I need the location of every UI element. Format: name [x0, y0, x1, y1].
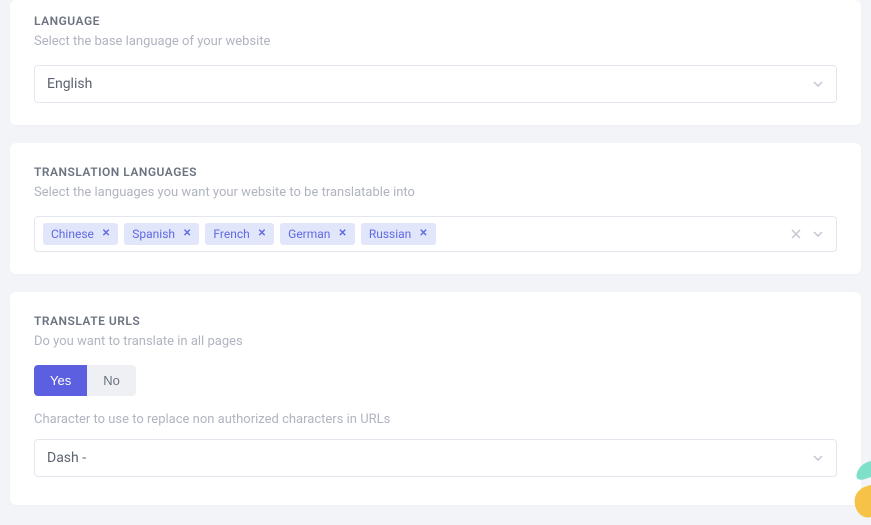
translation-title: TRANSLATION LANGUAGES — [34, 165, 837, 179]
language-subtitle: Select the base language of your website — [34, 34, 837, 49]
translation-subtitle: Select the languages you want your websi… — [34, 185, 837, 200]
language-title: LANGUAGE — [34, 14, 837, 28]
urls-card: TRANSLATE URLS Do you want to translate … — [10, 292, 861, 505]
clear-all-icon[interactable] — [790, 228, 802, 240]
translation-tag: Russian ✕ — [361, 223, 436, 245]
translation-tags: Chinese ✕ Spanish ✕ French ✕ German ✕ Russian ✕ — [43, 223, 784, 245]
urls-subtitle: Do you want to translate in all pages — [34, 334, 837, 349]
tag-label: Chinese — [51, 227, 94, 241]
language-select[interactable]: English — [34, 65, 837, 103]
urls-char-select-value: Dash - — [47, 450, 86, 466]
translation-tag: German ✕ — [280, 223, 355, 245]
chevron-down-icon[interactable] — [812, 228, 824, 240]
tag-remove-icon[interactable]: ✕ — [419, 229, 427, 239]
chevron-down-icon — [812, 78, 824, 90]
multiselect-actions — [790, 228, 828, 240]
toggle-yes-button[interactable]: Yes — [34, 365, 87, 396]
translation-tag: Chinese ✕ — [43, 223, 118, 245]
translation-multiselect[interactable]: Chinese ✕ Spanish ✕ French ✕ German ✕ Russian ✕ — [34, 216, 837, 252]
tag-label: Spanish — [132, 227, 175, 241]
translation-card: TRANSLATION LANGUAGES Select the languag… — [10, 143, 861, 274]
urls-char-hint: Character to use to replace non authoriz… — [34, 412, 837, 427]
translation-tag: French ✕ — [205, 223, 274, 245]
urls-char-select[interactable]: Dash - — [34, 439, 837, 477]
tag-remove-icon[interactable]: ✕ — [338, 229, 346, 239]
chevron-down-icon — [812, 452, 824, 464]
toggle-no-button[interactable]: No — [87, 365, 136, 396]
tag-label: Russian — [369, 227, 411, 241]
tag-label: French — [213, 227, 249, 241]
language-select-value: English — [47, 76, 92, 92]
tag-remove-icon[interactable]: ✕ — [183, 229, 191, 239]
language-card: LANGUAGE Select the base language of you… — [10, 0, 861, 125]
translate-urls-toggle: Yes No — [34, 365, 837, 396]
translation-tag: Spanish ✕ — [124, 223, 199, 245]
tag-label: German — [288, 227, 330, 241]
tag-remove-icon[interactable]: ✕ — [102, 229, 110, 239]
urls-title: TRANSLATE URLS — [34, 314, 837, 328]
tag-remove-icon[interactable]: ✕ — [258, 229, 266, 239]
